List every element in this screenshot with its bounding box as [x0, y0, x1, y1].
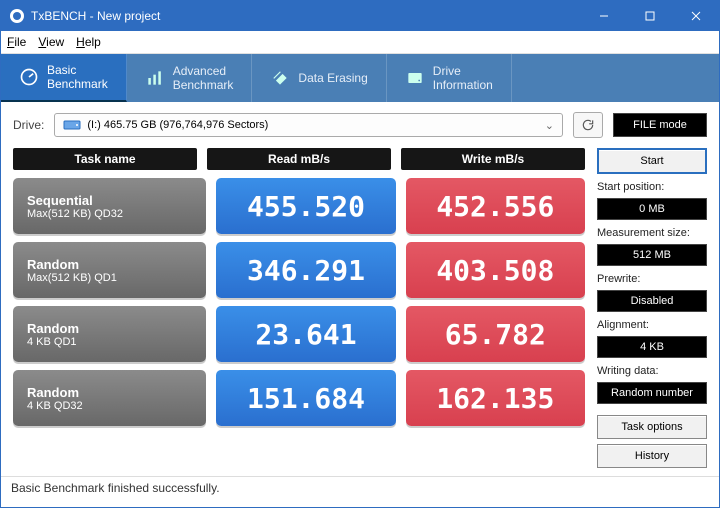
result-row: Random Max(512 KB) QD1 346.291 403.508 — [13, 242, 585, 298]
close-button[interactable] — [673, 1, 719, 31]
tab-label: Data Erasing — [298, 71, 367, 85]
drive-row: Drive: (I:) 465.75 GB (976,764,976 Secto… — [1, 102, 719, 148]
tab-label: DriveInformation — [433, 64, 493, 92]
tab-basic-benchmark[interactable]: BasicBenchmark — [1, 54, 127, 102]
refresh-icon — [581, 118, 595, 132]
drive-text: (I:) 465.75 GB (976,764,976 Sectors) — [87, 119, 268, 131]
client-area: Drive: (I:) 465.75 GB (976,764,976 Secto… — [1, 102, 719, 507]
tab-data-erasing[interactable]: Data Erasing — [252, 54, 386, 102]
results-header: Task name Read mB/s Write mB/s — [13, 148, 585, 170]
start-position-label: Start position: — [597, 181, 707, 193]
drive-label: Drive: — [13, 118, 44, 132]
erase-icon — [270, 68, 290, 88]
task-options-button[interactable]: Task options — [597, 415, 707, 439]
tab-advanced-benchmark[interactable]: AdvancedBenchmark — [127, 54, 253, 102]
prewrite-label: Prewrite: — [597, 273, 707, 285]
start-position-value[interactable]: 0 MB — [597, 198, 707, 220]
tab-label: BasicBenchmark — [47, 63, 108, 91]
read-value: 455.520 — [216, 178, 395, 234]
task-name-cell[interactable]: Sequential Max(512 KB) QD32 — [13, 178, 206, 234]
header-write: Write mB/s — [401, 148, 585, 170]
task-name-cell[interactable]: Random 4 KB QD1 — [13, 306, 206, 362]
tab-drive-information[interactable]: DriveInformation — [387, 54, 512, 102]
window-title: TxBENCH - New project — [31, 9, 581, 23]
task-title: Random — [27, 257, 79, 272]
task-title: Random — [27, 321, 79, 336]
measurement-size-value[interactable]: 512 MB — [597, 244, 707, 266]
result-row: Sequential Max(512 KB) QD32 455.520 452.… — [13, 178, 585, 234]
writing-data-value[interactable]: Random number — [597, 382, 707, 404]
task-name-cell[interactable]: Random Max(512 KB) QD1 — [13, 242, 206, 298]
prewrite-value[interactable]: Disabled — [597, 290, 707, 312]
drive-icon — [405, 68, 425, 88]
read-value: 23.641 — [216, 306, 395, 362]
task-name-cell[interactable]: Random 4 KB QD32 — [13, 370, 206, 426]
task-subtitle: 4 KB QD1 — [27, 336, 77, 348]
write-value: 403.508 — [406, 242, 585, 298]
drive-select[interactable]: (I:) 465.75 GB (976,764,976 Sectors) ⌄ — [54, 113, 563, 137]
measurement-size-label: Measurement size: — [597, 227, 707, 239]
status-bar: Basic Benchmark finished successfully. — [1, 476, 719, 507]
alignment-label: Alignment: — [597, 319, 707, 331]
chevron-down-icon: ⌄ — [545, 119, 554, 132]
task-subtitle: 4 KB QD32 — [27, 400, 83, 412]
maximize-button[interactable] — [627, 1, 673, 31]
file-mode-button[interactable]: FILE mode — [613, 113, 707, 137]
start-button[interactable]: Start — [597, 148, 707, 174]
writing-data-label: Writing data: — [597, 365, 707, 377]
task-title: Random — [27, 385, 79, 400]
menu-file[interactable]: File — [7, 35, 26, 49]
tab-bar: BasicBenchmark AdvancedBenchmark Data Er… — [1, 54, 719, 102]
header-task: Task name — [13, 148, 197, 170]
task-subtitle: Max(512 KB) QD32 — [27, 208, 123, 220]
menu-help[interactable]: Help — [76, 35, 101, 49]
history-button[interactable]: History — [597, 444, 707, 468]
app-icon — [9, 8, 25, 24]
side-panel: Start Start position: 0 MB Measurement s… — [597, 148, 707, 472]
read-value: 151.684 — [216, 370, 395, 426]
write-value: 452.556 — [406, 178, 585, 234]
read-value: 346.291 — [216, 242, 395, 298]
disk-icon — [63, 118, 81, 132]
result-row: Random 4 KB QD32 151.684 162.135 — [13, 370, 585, 426]
minimize-button[interactable] — [581, 1, 627, 31]
write-value: 162.135 — [406, 370, 585, 426]
gauge-icon — [19, 67, 39, 87]
refresh-button[interactable] — [573, 112, 603, 138]
result-row: Random 4 KB QD1 23.641 65.782 — [13, 306, 585, 362]
alignment-value[interactable]: 4 KB — [597, 336, 707, 358]
menubar: File View Help — [1, 31, 719, 54]
menu-view[interactable]: View — [38, 35, 64, 49]
tab-label: AdvancedBenchmark — [173, 64, 234, 92]
titlebar: TxBENCH - New project — [1, 1, 719, 31]
task-subtitle: Max(512 KB) QD1 — [27, 272, 117, 284]
results-panel: Task name Read mB/s Write mB/s Sequentia… — [13, 148, 585, 472]
write-value: 65.782 — [406, 306, 585, 362]
task-title: Sequential — [27, 193, 93, 208]
header-read: Read mB/s — [207, 148, 391, 170]
app-window: TxBENCH - New project File View Help Bas… — [0, 0, 720, 508]
bars-icon — [145, 68, 165, 88]
